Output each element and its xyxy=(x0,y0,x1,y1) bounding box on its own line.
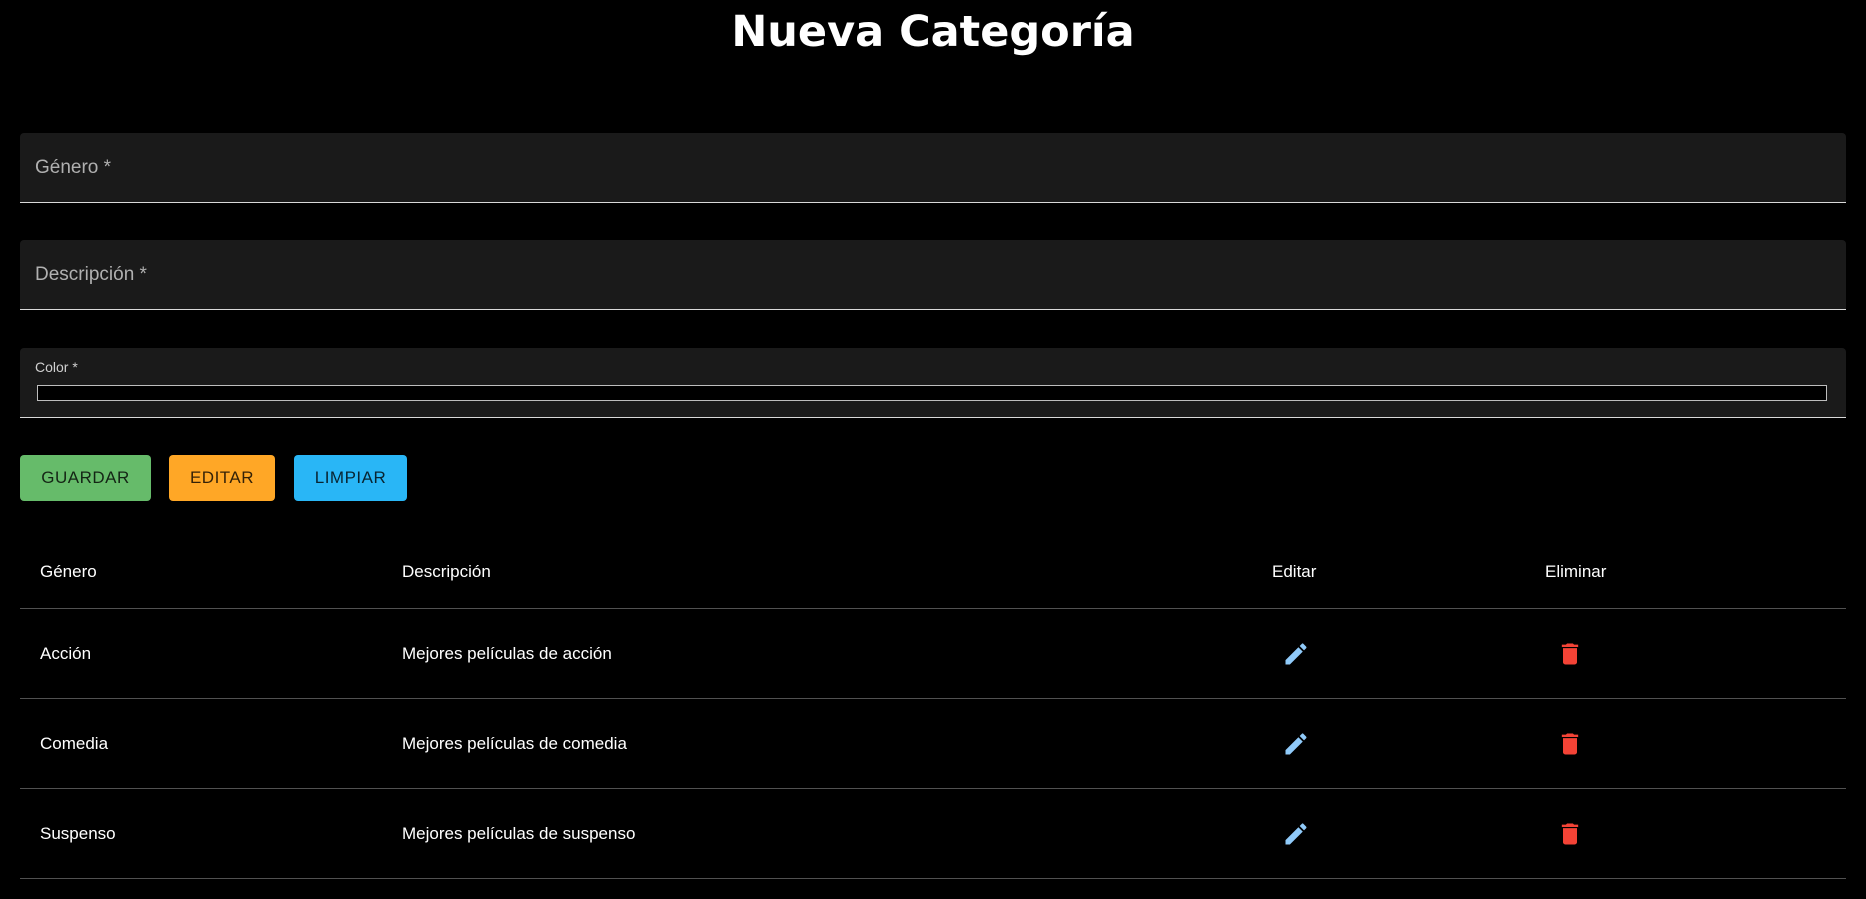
trash-icon xyxy=(1561,733,1579,754)
pencil-icon xyxy=(1285,732,1307,754)
color-label: Color * xyxy=(35,359,78,375)
trash-icon xyxy=(1561,823,1579,844)
table-header-row: Género Descripción Editar Eliminar xyxy=(20,536,1846,609)
editar-button[interactable]: EDITAR xyxy=(169,455,275,501)
color-field[interactable]: Color * xyxy=(20,348,1846,418)
table-row: Comedia Mejores películas de comedia xyxy=(20,699,1846,789)
pencil-icon xyxy=(1285,642,1307,664)
row-descripcion: Mejores películas de comedia xyxy=(402,733,627,753)
descripcion-input[interactable] xyxy=(20,240,1846,309)
trash-icon xyxy=(1561,643,1579,664)
edit-row-button[interactable] xyxy=(1276,609,1316,698)
limpiar-button[interactable]: LIMPIAR xyxy=(294,455,407,501)
categories-table: Género Descripción Editar Eliminar Acció… xyxy=(20,536,1846,879)
delete-row-button[interactable] xyxy=(1550,699,1590,788)
page-title: Nueva Categoría xyxy=(731,7,1135,57)
header-eliminar: Eliminar xyxy=(1545,562,1607,581)
row-genero: Suspenso xyxy=(40,823,116,843)
color-picker[interactable] xyxy=(37,385,1827,401)
pencil-icon xyxy=(1285,822,1307,844)
row-genero: Comedia xyxy=(40,733,109,753)
category-page: Nueva Categoría Género * Descripción * C… xyxy=(0,0,1866,899)
header-genero: Género xyxy=(40,562,97,581)
delete-row-button[interactable] xyxy=(1550,609,1590,698)
descripcion-field[interactable]: Descripción * xyxy=(20,240,1846,310)
row-genero: Acción xyxy=(40,643,92,663)
header-editar: Editar xyxy=(1272,562,1317,581)
row-descripcion: Mejores películas de suspenso xyxy=(402,823,636,843)
genero-field[interactable]: Género * xyxy=(20,133,1846,203)
table-row: Acción Mejores películas de acción xyxy=(20,609,1846,699)
edit-row-button[interactable] xyxy=(1276,699,1316,788)
genero-input[interactable] xyxy=(20,133,1846,202)
row-descripcion: Mejores películas de acción xyxy=(402,643,612,663)
guardar-button[interactable]: GUARDAR xyxy=(20,455,151,501)
delete-row-button[interactable] xyxy=(1550,789,1590,878)
table-row: Suspenso Mejores películas de suspenso xyxy=(20,789,1846,879)
edit-row-button[interactable] xyxy=(1276,789,1316,878)
header-descripcion: Descripción xyxy=(402,562,491,581)
